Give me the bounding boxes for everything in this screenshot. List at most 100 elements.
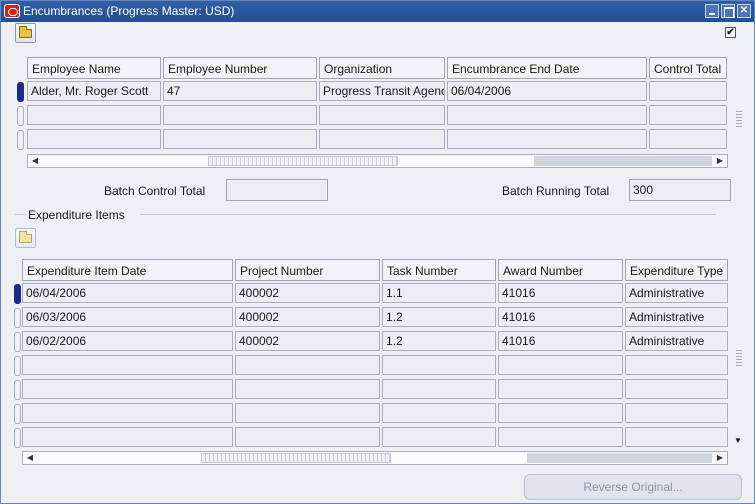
cell-project-number[interactable]: 400002 bbox=[235, 331, 380, 351]
open-folder-button[interactable] bbox=[15, 23, 36, 43]
expenditure-folder-button[interactable] bbox=[15, 228, 36, 248]
cell-employee-number[interactable] bbox=[163, 129, 317, 149]
cell-project-number[interactable] bbox=[235, 379, 380, 399]
cell-encumbrance-end-date[interactable] bbox=[447, 129, 647, 149]
cell-expenditure-type[interactable] bbox=[625, 427, 728, 447]
row-indicator[interactable] bbox=[14, 404, 21, 424]
cell-control-total[interactable] bbox=[649, 81, 727, 101]
expenditure-items-title: Expenditure Items bbox=[28, 208, 125, 222]
scroll-right-icon[interactable]: ▶ bbox=[714, 155, 726, 167]
col-award-number: Award Number bbox=[498, 259, 623, 281]
row-indicator[interactable] bbox=[14, 380, 21, 400]
scroll-thumb[interactable] bbox=[201, 453, 391, 463]
cell-expenditure-item-date[interactable] bbox=[22, 379, 233, 399]
cell-task-number[interactable]: 1.1 bbox=[382, 283, 496, 303]
cell-organization[interactable] bbox=[319, 129, 445, 149]
cell-expenditure-item-date[interactable] bbox=[22, 355, 233, 375]
cell-task-number[interactable]: 1.2 bbox=[382, 307, 496, 327]
row-indicator[interactable] bbox=[14, 332, 21, 352]
cell-organization[interactable]: Progress Transit Agency bbox=[319, 81, 445, 101]
cell-control-total[interactable] bbox=[649, 105, 727, 125]
scroll-track[interactable] bbox=[527, 453, 712, 463]
row-indicator[interactable] bbox=[14, 428, 21, 448]
cell-employee-name[interactable]: Alder, Mr. Roger Scott bbox=[27, 81, 161, 101]
scroll-right-icon[interactable]: ▶ bbox=[714, 452, 726, 464]
cell-project-number[interactable] bbox=[235, 427, 380, 447]
cell-expenditure-item-date[interactable]: 06/04/2006 bbox=[22, 283, 233, 303]
cell-task-number[interactable] bbox=[382, 427, 496, 447]
scroll-left-icon[interactable]: ◀ bbox=[29, 155, 41, 167]
cell-encumbrance-end-date[interactable]: 06/04/2006 bbox=[447, 81, 647, 101]
cell-task-number[interactable] bbox=[382, 379, 496, 399]
scroll-track[interactable] bbox=[534, 156, 712, 166]
cell-project-number[interactable]: 400002 bbox=[235, 283, 380, 303]
encumbrances-window: Encumbrances (Progress Master: USD) ✕ ✔ … bbox=[0, 0, 755, 504]
cell-award-number[interactable] bbox=[498, 379, 623, 399]
col-control-total: Control Total bbox=[649, 57, 727, 79]
folder-icon bbox=[19, 26, 32, 38]
section-divider bbox=[15, 214, 27, 215]
row-indicator-active[interactable] bbox=[17, 82, 24, 102]
cell-award-number[interactable]: 41016 bbox=[498, 307, 623, 327]
row-indicator[interactable] bbox=[14, 356, 21, 376]
vertical-scroll-grip[interactable] bbox=[736, 109, 742, 127]
batch-running-total-field: 300 bbox=[629, 179, 731, 201]
row-indicator[interactable] bbox=[17, 106, 24, 126]
scroll-left-icon[interactable]: ◀ bbox=[24, 452, 36, 464]
cell-task-number[interactable] bbox=[382, 403, 496, 423]
row-indicator-active[interactable] bbox=[14, 284, 21, 304]
cell-expenditure-type[interactable] bbox=[625, 355, 728, 375]
cell-expenditure-type[interactable]: Administrative bbox=[625, 331, 728, 351]
header-checkbox[interactable]: ✔ bbox=[725, 27, 736, 38]
cell-award-number[interactable] bbox=[498, 427, 623, 447]
cell-encumbrance-end-date[interactable] bbox=[447, 105, 647, 125]
col-employee-number: Employee Number bbox=[163, 57, 317, 79]
cell-award-number[interactable] bbox=[498, 403, 623, 423]
cell-expenditure-type[interactable] bbox=[625, 379, 728, 399]
encumbrance-horizontal-scrollbar[interactable]: ◀ ▶ bbox=[27, 154, 728, 168]
close-icon[interactable]: ✕ bbox=[737, 4, 751, 18]
cell-control-total[interactable] bbox=[649, 129, 727, 149]
col-expenditure-item-date: Expenditure Item Date bbox=[22, 259, 233, 281]
row-indicator[interactable] bbox=[17, 130, 24, 150]
maximize-icon[interactable] bbox=[721, 4, 735, 18]
cell-expenditure-item-date[interactable]: 06/03/2006 bbox=[22, 307, 233, 327]
minimize-icon[interactable] bbox=[705, 4, 719, 18]
cell-award-number[interactable]: 41016 bbox=[498, 331, 623, 351]
cell-employee-number[interactable] bbox=[163, 105, 317, 125]
cell-award-number[interactable] bbox=[498, 355, 623, 375]
cell-expenditure-item-date[interactable] bbox=[22, 427, 233, 447]
vertical-scroll-grip[interactable] bbox=[736, 348, 742, 366]
cell-expenditure-item-date[interactable] bbox=[22, 403, 233, 423]
cell-task-number[interactable]: 1.2 bbox=[382, 331, 496, 351]
cell-expenditure-type[interactable] bbox=[625, 403, 728, 423]
row-indicator[interactable] bbox=[14, 308, 21, 328]
title-bar[interactable]: Encumbrances (Progress Master: USD) ✕ bbox=[1, 1, 754, 22]
section-divider bbox=[140, 214, 716, 215]
folder-icon bbox=[19, 231, 32, 243]
reverse-original-button[interactable]: Reverse Original... bbox=[524, 474, 742, 500]
cell-task-number[interactable] bbox=[382, 355, 496, 375]
cell-project-number[interactable] bbox=[235, 355, 380, 375]
cell-employee-name[interactable] bbox=[27, 105, 161, 125]
batch-running-total-label: Batch Running Total bbox=[502, 184, 610, 198]
cell-employee-number[interactable]: 47 bbox=[163, 81, 317, 101]
scroll-thumb[interactable] bbox=[208, 156, 398, 166]
cell-organization[interactable] bbox=[319, 105, 445, 125]
col-employee-name: Employee Name bbox=[27, 57, 161, 79]
scroll-down-icon[interactable]: ▼ bbox=[734, 436, 742, 445]
batch-control-total-label: Batch Control Total bbox=[104, 184, 206, 198]
cell-project-number[interactable]: 400002 bbox=[235, 307, 380, 327]
cell-expenditure-type[interactable]: Administrative bbox=[625, 307, 728, 327]
cell-employee-name[interactable] bbox=[27, 129, 161, 149]
expenditure-horizontal-scrollbar[interactable]: ◀ ▶ bbox=[22, 451, 728, 465]
oracle-app-icon bbox=[4, 4, 20, 18]
cell-expenditure-type[interactable]: Administrative bbox=[625, 283, 728, 303]
cell-award-number[interactable]: 41016 bbox=[498, 283, 623, 303]
window-title: Encumbrances (Progress Master: USD) bbox=[23, 4, 235, 18]
col-expenditure-type: Expenditure Type bbox=[625, 259, 728, 281]
cell-project-number[interactable] bbox=[235, 403, 380, 423]
col-encumbrance-end-date: Encumbrance End Date bbox=[447, 57, 647, 79]
batch-control-total-field[interactable] bbox=[226, 179, 328, 201]
cell-expenditure-item-date[interactable]: 06/02/2006 bbox=[22, 331, 233, 351]
